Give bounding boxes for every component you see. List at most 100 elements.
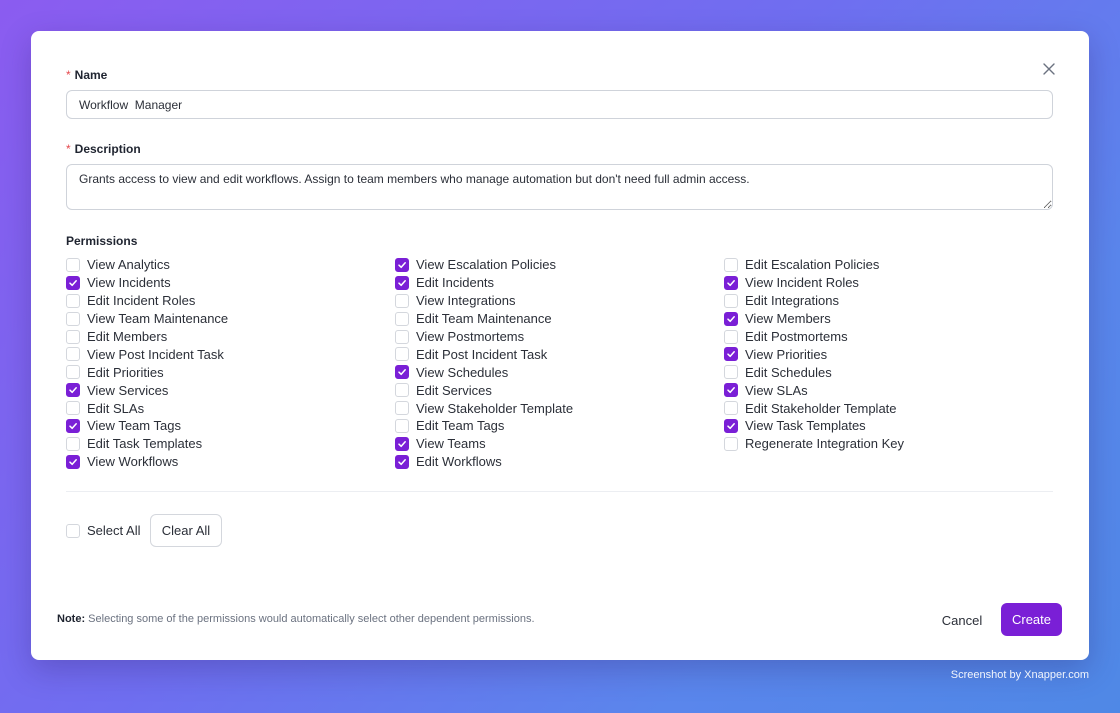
- checkmark-icon: [398, 458, 406, 465]
- permission-item[interactable]: Edit Priorities: [66, 363, 228, 381]
- create-button[interactable]: Create: [1001, 603, 1062, 636]
- note-body: Selecting some of the permissions would …: [88, 613, 535, 625]
- permission-label: View Priorities: [745, 346, 828, 362]
- permission-item[interactable]: Edit SLAs: [66, 399, 228, 417]
- permission-item[interactable]: Edit Escalation Policies: [724, 256, 904, 274]
- permission-item[interactable]: Edit Incident Roles: [66, 292, 228, 310]
- name-label: * Name: [66, 68, 108, 82]
- checkmark-icon: [398, 369, 406, 376]
- permission-checkbox[interactable]: [724, 257, 738, 272]
- permission-item[interactable]: Edit Postmortems: [724, 328, 904, 346]
- permission-item[interactable]: Edit Post Incident Task: [395, 345, 573, 363]
- permission-item[interactable]: Edit Incidents: [395, 274, 573, 292]
- permission-item[interactable]: View Post Incident Task: [66, 345, 228, 363]
- select-all-checkbox[interactable]: Select All: [66, 523, 140, 538]
- permission-item[interactable]: Edit Services: [395, 381, 573, 399]
- permission-checkbox[interactable]: [66, 257, 80, 272]
- permission-checkbox[interactable]: [66, 347, 80, 362]
- permission-checkbox[interactable]: [66, 293, 80, 308]
- permission-checkbox[interactable]: [66, 275, 80, 290]
- permission-checkbox[interactable]: [724, 365, 738, 380]
- permission-checkbox[interactable]: [724, 329, 738, 344]
- cancel-button[interactable]: Cancel: [934, 606, 990, 634]
- permission-checkbox[interactable]: [724, 275, 738, 290]
- permission-checkbox[interactable]: [395, 454, 409, 469]
- permission-label: Edit Integrations: [745, 293, 839, 309]
- permission-item[interactable]: View Stakeholder Template: [395, 399, 573, 417]
- permission-item[interactable]: View Incidents: [66, 274, 228, 292]
- permission-checkbox[interactable]: [724, 383, 738, 398]
- permission-label: View Team Tags: [87, 418, 181, 434]
- permission-checkbox[interactable]: [724, 347, 738, 362]
- checkmark-icon: [69, 387, 77, 394]
- permission-checkbox[interactable]: [395, 257, 409, 272]
- checkmark-icon: [69, 458, 77, 465]
- clear-all-button[interactable]: Clear All: [150, 514, 222, 547]
- permission-item[interactable]: Edit Team Maintenance: [395, 310, 573, 328]
- permission-item[interactable]: View Team Maintenance: [66, 310, 228, 328]
- checkmark-icon: [727, 387, 735, 394]
- permission-checkbox[interactable]: [724, 436, 738, 451]
- permission-item[interactable]: Edit Schedules: [724, 363, 904, 381]
- description-input[interactable]: Grants access to view and edit workflows…: [66, 164, 1053, 210]
- permission-label: View Teams: [416, 436, 486, 452]
- permission-item[interactable]: View Priorities: [724, 345, 904, 363]
- checkbox[interactable]: [66, 523, 80, 538]
- divider: [66, 491, 1053, 492]
- permission-item[interactable]: View Team Tags: [66, 417, 228, 435]
- checkmark-icon: [398, 279, 406, 286]
- permission-item[interactable]: Edit Integrations: [724, 292, 904, 310]
- permission-checkbox[interactable]: [395, 418, 409, 433]
- permission-checkbox[interactable]: [724, 311, 738, 326]
- permission-checkbox[interactable]: [66, 329, 80, 344]
- permission-checkbox[interactable]: [66, 418, 80, 433]
- permission-item[interactable]: View Task Templates: [724, 417, 904, 435]
- permission-item[interactable]: View Analytics: [66, 256, 228, 274]
- permission-checkbox[interactable]: [395, 293, 409, 308]
- close-button[interactable]: [1039, 59, 1059, 79]
- permission-checkbox[interactable]: [66, 383, 80, 398]
- permission-checkbox[interactable]: [395, 383, 409, 398]
- permission-checkbox[interactable]: [724, 293, 738, 308]
- permission-checkbox[interactable]: [395, 365, 409, 380]
- permission-checkbox[interactable]: [395, 347, 409, 362]
- permission-item[interactable]: View Services: [66, 381, 228, 399]
- permission-label: Edit Members: [87, 329, 168, 344]
- checkmark-icon: [727, 279, 735, 286]
- permission-item[interactable]: View SLAs: [724, 381, 904, 399]
- permission-item[interactable]: Edit Task Templates: [66, 435, 228, 453]
- permission-label: Edit Post Incident Task: [416, 346, 548, 362]
- permission-checkbox[interactable]: [66, 401, 80, 416]
- permission-item[interactable]: View Schedules: [395, 363, 573, 381]
- permission-item[interactable]: View Workflows: [66, 453, 228, 471]
- permission-item[interactable]: View Integrations: [395, 292, 573, 310]
- permission-checkbox[interactable]: [395, 329, 409, 344]
- permission-checkbox[interactable]: [395, 275, 409, 290]
- permission-checkbox[interactable]: [395, 401, 409, 416]
- permission-item[interactable]: Edit Members: [66, 328, 228, 346]
- permission-checkbox[interactable]: [724, 401, 738, 416]
- permission-checkbox[interactable]: [395, 311, 409, 326]
- permission-checkbox[interactable]: [724, 418, 738, 433]
- permission-label: Edit Incident Roles: [87, 293, 196, 309]
- permission-checkbox[interactable]: [66, 311, 80, 326]
- permission-checkbox[interactable]: [66, 436, 80, 451]
- close-icon: [1043, 63, 1055, 75]
- permission-item[interactable]: View Escalation Policies: [395, 256, 573, 274]
- permission-item[interactable]: View Members: [724, 310, 904, 328]
- permission-item[interactable]: View Postmortems: [395, 328, 573, 346]
- permission-item[interactable]: View Teams: [395, 435, 573, 453]
- permission-item[interactable]: Edit Workflows: [395, 453, 573, 471]
- permission-label: View Incidents: [87, 275, 171, 291]
- permission-label: View Schedules: [416, 364, 509, 380]
- permission-checkbox[interactable]: [66, 454, 80, 469]
- permission-item[interactable]: Edit Team Tags: [395, 417, 573, 435]
- permission-item[interactable]: Edit Stakeholder Template: [724, 399, 904, 417]
- permission-item[interactable]: Regenerate Integration Key: [724, 435, 904, 453]
- permission-item[interactable]: View Incident Roles: [724, 274, 904, 292]
- permission-checkbox[interactable]: [66, 365, 80, 380]
- name-input[interactable]: [66, 90, 1053, 119]
- permissions-title: Permissions: [66, 234, 138, 248]
- permission-label: Edit Priorities: [87, 364, 164, 380]
- permission-checkbox[interactable]: [395, 436, 409, 451]
